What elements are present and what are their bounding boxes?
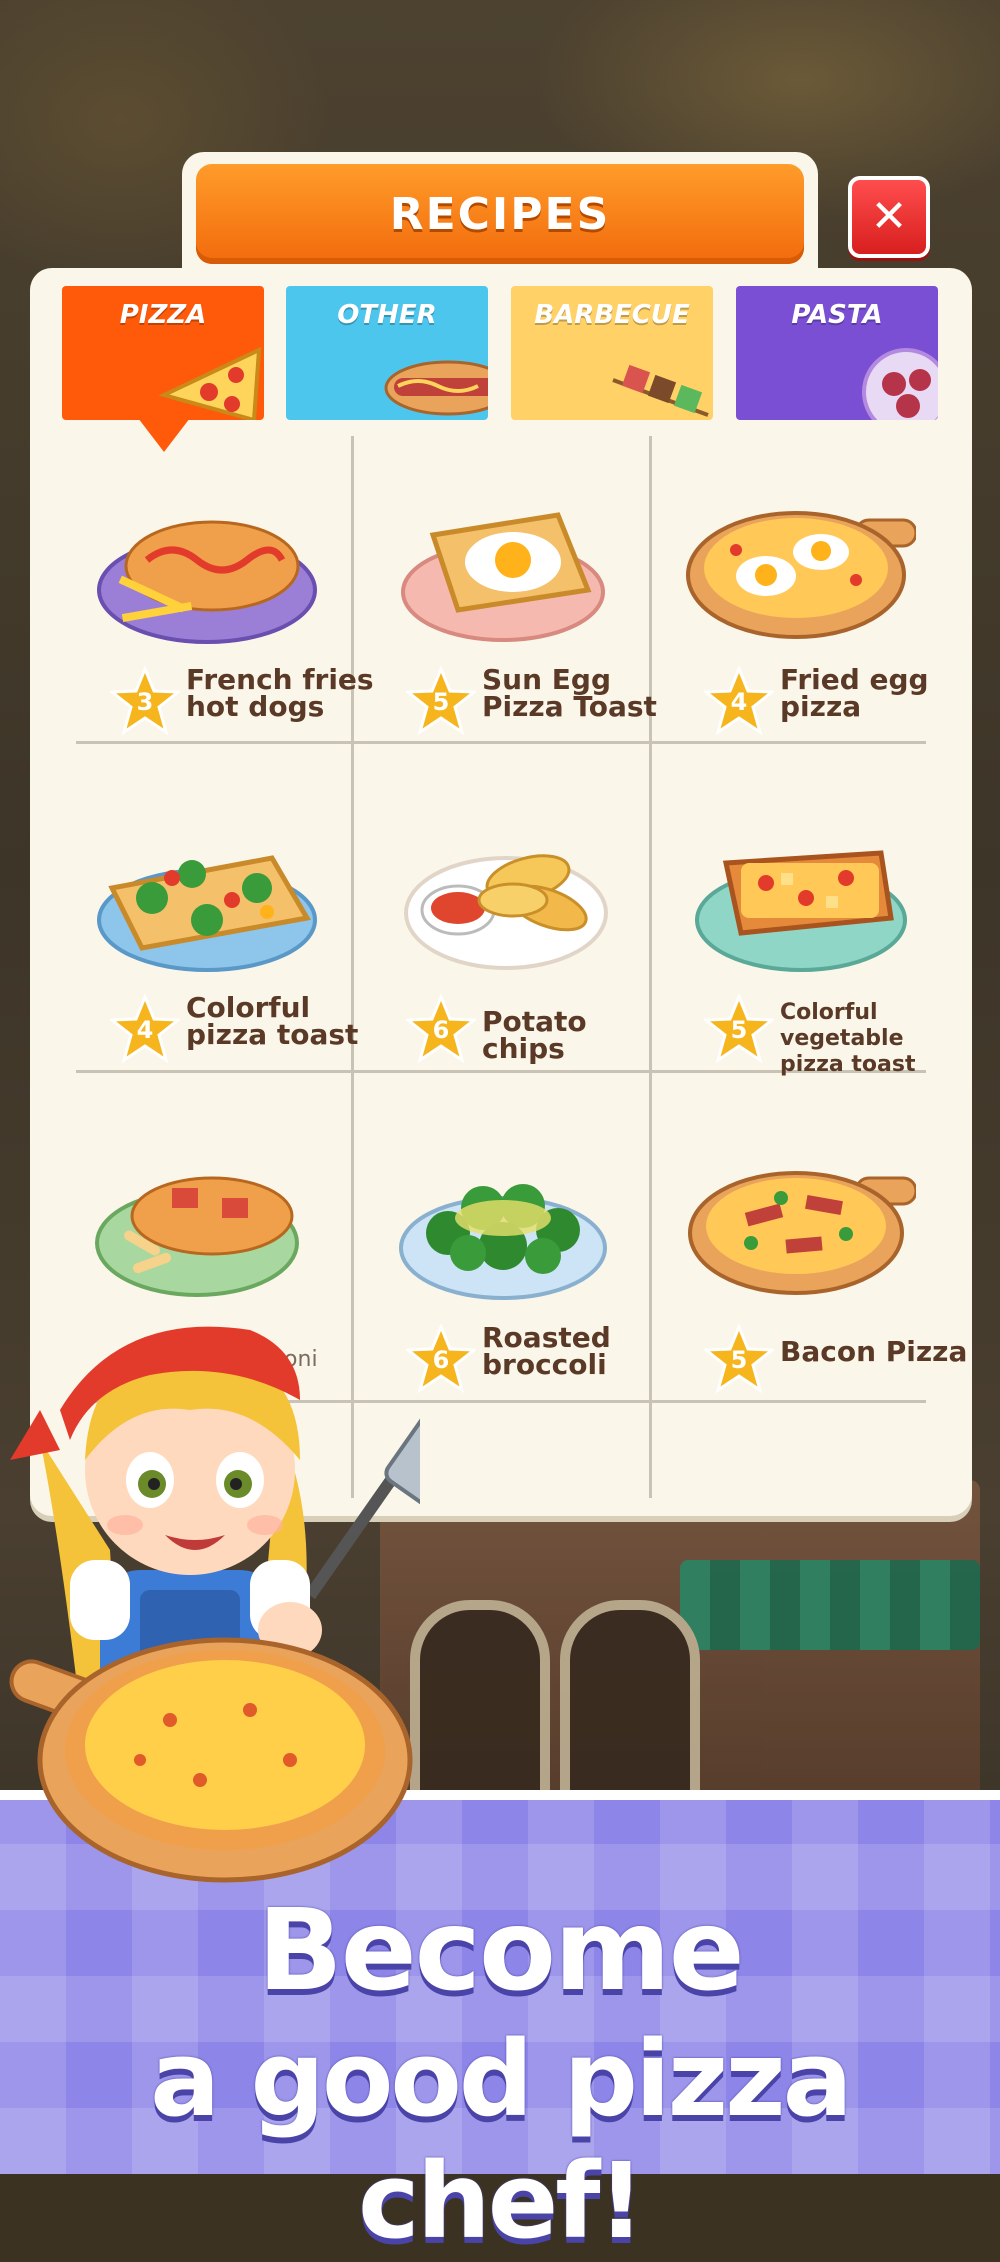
level-star-badge: 3 [110,666,180,736]
egg-toast-dish [401,512,605,642]
tab-pasta[interactable]: PASTA [736,286,938,420]
tab-label: OTHER [337,300,437,330]
pizza-slice-icon [158,346,262,420]
skewer-icon [612,364,709,417]
colorful-pizza-toast-dish [97,855,317,972]
recipe-name: French fries hot dogs [186,663,374,723]
tab-label: PASTA [791,300,883,330]
recipe-name: Fried egg pizza [780,663,929,723]
level-star-badge: 5 [704,994,774,1064]
recipe-card[interactable]: 4 Colorful pizza toast [62,768,358,1088]
recipe-name: Sun Egg Pizza Toast [482,663,657,723]
recipe-name: Potato chips [482,1005,587,1065]
tab-barbecue[interactable]: BARBECUE [511,286,713,420]
slogan-line-1: Become [257,1886,744,2016]
hot-dog-fries-dish [97,520,317,644]
recipe-card[interactable]: 3 French fries hot dogs [62,440,374,760]
slogan-line-2: a good pizza chef! [150,2018,853,2262]
recipe-name: Colorful pizza toast [186,991,359,1051]
close-icon: ✕ [870,191,908,242]
recipe-card[interactable]: 5 Sun Egg Pizza Toast [358,440,657,760]
roasted-broccoli-dish [399,1184,607,1300]
awning [680,1560,980,1650]
tab-other[interactable]: OTHER [286,286,488,420]
hot-dog-icon [384,360,488,416]
level-star-badge: 4 [704,666,774,736]
tab-label: BARBECUE [534,300,690,330]
recipe-card[interactable]: 5 Bacon Pizza [656,1098,967,1418]
recipe-card[interactable]: 6 Potato chips [358,768,648,1088]
vegetable-pizza-toast-dish [695,850,907,972]
chef-girl-character [9,1326,420,1883]
potato-chips-dish [404,854,608,970]
tab-pizza[interactable]: PIZZA [62,286,264,420]
recipe-name: Bacon Pizza [780,1335,968,1368]
recipe-card[interactable]: 4 Fried egg pizza [656,440,946,760]
recipes-title: RECIPES [196,164,804,264]
fried-egg-pizza-dish [686,511,916,639]
pasta-bowl-icon [862,348,938,420]
recipe-name: Colorful vegetable pizza toast [780,1000,916,1077]
level-star-badge: 4 [110,994,180,1064]
background-building [380,1480,980,1840]
macaroni-hot-dog-dish [95,1176,299,1297]
recipe-name: Roasted broccoli [482,1321,611,1381]
title-text: RECIPES [389,188,611,240]
close-button[interactable]: ✕ [848,176,930,258]
tab-label: PIZZA [119,300,207,330]
level-star-badge: 5 [406,666,476,736]
recipe-card[interactable]: 5 Colorful vegetable pizza toast [656,768,946,1088]
level-star-badge: 5 [704,1324,774,1394]
level-star-badge: 6 [406,994,476,1064]
bacon-pizza-dish [688,1171,916,1295]
